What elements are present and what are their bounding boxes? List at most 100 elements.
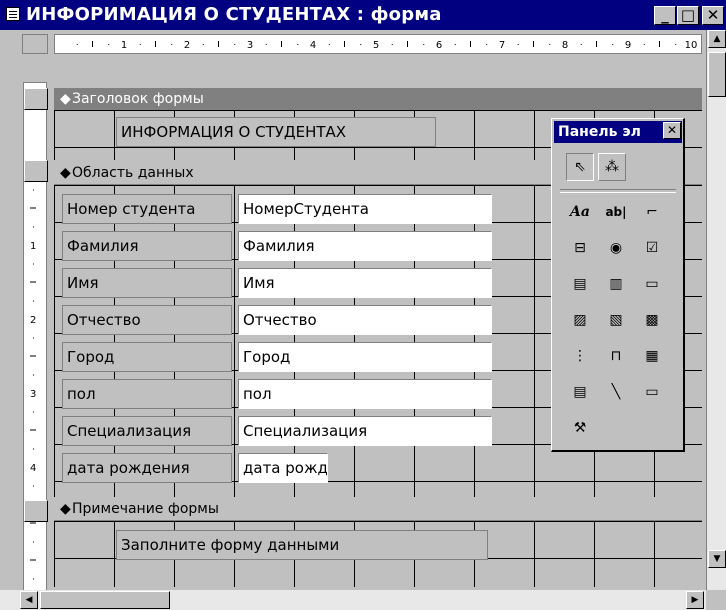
footer-note-label[interactable]: Заполните форму данными — [116, 530, 488, 560]
field-textbox[interactable]: НомерСтудента — [238, 194, 492, 224]
ruler-dot — [423, 44, 425, 45]
ruler-number: 1 — [30, 241, 36, 252]
ruler-dot — [297, 44, 299, 45]
field-textbox[interactable]: Специализация — [238, 416, 492, 446]
ruler-dot — [33, 448, 34, 450]
check-box-tool-icon[interactable]: ☑ — [638, 235, 666, 263]
ruler-dot — [108, 44, 110, 45]
scroll-left-icon[interactable]: ◀ — [20, 591, 38, 609]
section-marker-icon: ◆ — [60, 91, 71, 107]
field-textbox[interactable]: Отчество — [238, 305, 492, 335]
ruler-number: 4 — [310, 40, 316, 51]
horizontal-scroll-thumb[interactable] — [40, 591, 170, 609]
field-textbox[interactable]: дата рожд — [238, 453, 328, 483]
ruler-number: 2 — [184, 40, 190, 51]
form-title-label[interactable]: ИНФОРМАЦИЯ О СТУДЕНТАХ — [116, 117, 436, 147]
close-button[interactable]: ✕ — [702, 6, 724, 25]
ruler-number: 9 — [625, 40, 631, 51]
subform-report-tool-icon[interactable]: ▤ — [566, 379, 594, 407]
ruler-dot — [33, 411, 34, 413]
vertical-scrollbar[interactable]: ▲ ▼ — [706, 30, 726, 590]
select-objects-icon[interactable]: ⇖ — [566, 153, 594, 181]
combo-box-tool-icon[interactable]: ▤ — [566, 271, 594, 299]
form-footer-bar[interactable]: ◆Примечание формы — [54, 498, 702, 521]
ruler-dot — [33, 374, 34, 376]
unbound-object-frame-icon[interactable]: ▧ — [602, 307, 630, 335]
field-label[interactable]: Город — [62, 342, 232, 372]
form-footer-label: Примечание формы — [72, 501, 219, 517]
ruler-dot — [33, 541, 34, 543]
field-textbox[interactable]: Имя — [238, 268, 492, 298]
minimize-button[interactable]: _ — [654, 6, 676, 25]
command-button-tool-icon[interactable]: ▭ — [638, 271, 666, 299]
field-textbox[interactable]: Фамилия — [238, 231, 492, 261]
ruler-number: 3 — [30, 389, 36, 400]
line-tool-icon[interactable]: ╲ — [602, 379, 630, 407]
field-label[interactable]: Отчество — [62, 305, 232, 335]
ruler-dot — [265, 44, 267, 45]
size-grip[interactable] — [706, 590, 726, 610]
form-header-bar[interactable]: ◆Заголовок формы — [54, 88, 702, 110]
ruler-dot — [454, 44, 456, 45]
horizontal-ruler[interactable]: 1 2 3 4 5 6 7 8 9 10 — [54, 34, 702, 54]
ruler-number: 3 — [247, 40, 253, 51]
field-label[interactable]: пол — [62, 379, 232, 409]
ruler-dot — [33, 485, 34, 487]
ruler-dot — [675, 44, 677, 45]
field-label[interactable]: Специализация — [62, 416, 232, 446]
option-button-tool-icon[interactable]: ◉ — [602, 235, 630, 263]
list-box-tool-icon[interactable]: ▥ — [602, 271, 630, 299]
ruler-dot — [33, 337, 34, 339]
form-design-window: ИНФОРИМАЦИЯ О СТУДЕНТАХ : форма _ □ ✕ 1 2… — [0, 0, 726, 610]
footer-section-selector[interactable] — [24, 500, 48, 522]
ruler-dot — [580, 44, 582, 45]
vertical-scroll-thumb[interactable] — [708, 52, 726, 97]
header-section-selector[interactable] — [24, 88, 48, 110]
ruler-dot — [234, 44, 236, 45]
horizontal-scrollbar[interactable]: ◀ ▶ — [0, 590, 706, 610]
maximize-button[interactable]: □ — [677, 6, 699, 25]
field-label[interactable]: Имя — [62, 268, 232, 298]
form-selector[interactable] — [22, 34, 48, 54]
toolbox-separator — [560, 189, 676, 193]
title-bar[interactable]: ИНФОРИМАЦИЯ О СТУДЕНТАХ : форма _ □ ✕ — [0, 0, 726, 30]
label-tool-icon[interactable]: Aa — [566, 199, 594, 227]
form-header-label: Заголовок формы — [72, 91, 204, 107]
ruler-dot — [360, 44, 362, 45]
option-group-tool-icon[interactable]: ⌐ — [638, 199, 666, 227]
page-break-tool-icon[interactable]: ⋮ — [566, 343, 594, 371]
image-tool-icon[interactable]: ▨ — [566, 307, 594, 335]
ruler-number: 4 — [30, 463, 36, 474]
ruler-number: 6 — [436, 40, 442, 51]
field-label[interactable]: Номер студента — [62, 194, 232, 224]
ruler-dot — [33, 189, 34, 191]
scroll-right-icon[interactable]: ▶ — [686, 591, 704, 609]
text-box-tool-icon[interactable]: ab| — [602, 199, 630, 227]
scroll-up-icon[interactable]: ▲ — [708, 30, 726, 48]
detail-section-selector[interactable] — [24, 160, 48, 182]
scroll-down-icon[interactable]: ▼ — [708, 550, 726, 568]
ruler-dot — [391, 44, 393, 45]
field-textbox[interactable]: Город — [238, 342, 492, 372]
ruler-dot — [486, 44, 488, 45]
toolbox-close-button[interactable]: ✕ — [663, 122, 681, 139]
control-wizards-icon[interactable]: ⁂ — [598, 153, 626, 181]
toggle-button-tool-icon[interactable]: ⊟ — [566, 235, 594, 263]
ruler-dot — [171, 44, 173, 45]
more-controls-icon[interactable]: ⚒ — [566, 415, 594, 443]
subform-tool-icon[interactable]: ▦ — [638, 343, 666, 371]
field-label[interactable]: дата рождения — [62, 453, 232, 483]
detail-section-label: Область данных — [72, 165, 194, 181]
field-textbox[interactable]: пол — [238, 379, 492, 409]
form-icon[interactable] — [6, 7, 20, 21]
ruler-number: 5 — [373, 40, 379, 51]
ruler-dot — [33, 263, 34, 265]
bound-object-frame-icon[interactable]: ▩ — [638, 307, 666, 335]
field-label[interactable]: Фамилия — [62, 231, 232, 261]
ruler-dot — [76, 44, 78, 45]
tab-control-tool-icon[interactable]: ⊓ — [602, 343, 630, 371]
toolbox-panel[interactable]: Панель эл ✕ ⇖ ⁂ Aa ab| ⌐ ⊟ ◉ ☑ ▤ ▥ ▭ ▨ ▧ ▩ ⋮ ⊓ ▦ ▤ ╲ ▭ ⚒ — [551, 118, 685, 452]
ruler-number: 2 — [30, 315, 36, 326]
ruler-dot — [33, 578, 34, 580]
rectangle-tool-icon[interactable]: ▭ — [638, 379, 666, 407]
